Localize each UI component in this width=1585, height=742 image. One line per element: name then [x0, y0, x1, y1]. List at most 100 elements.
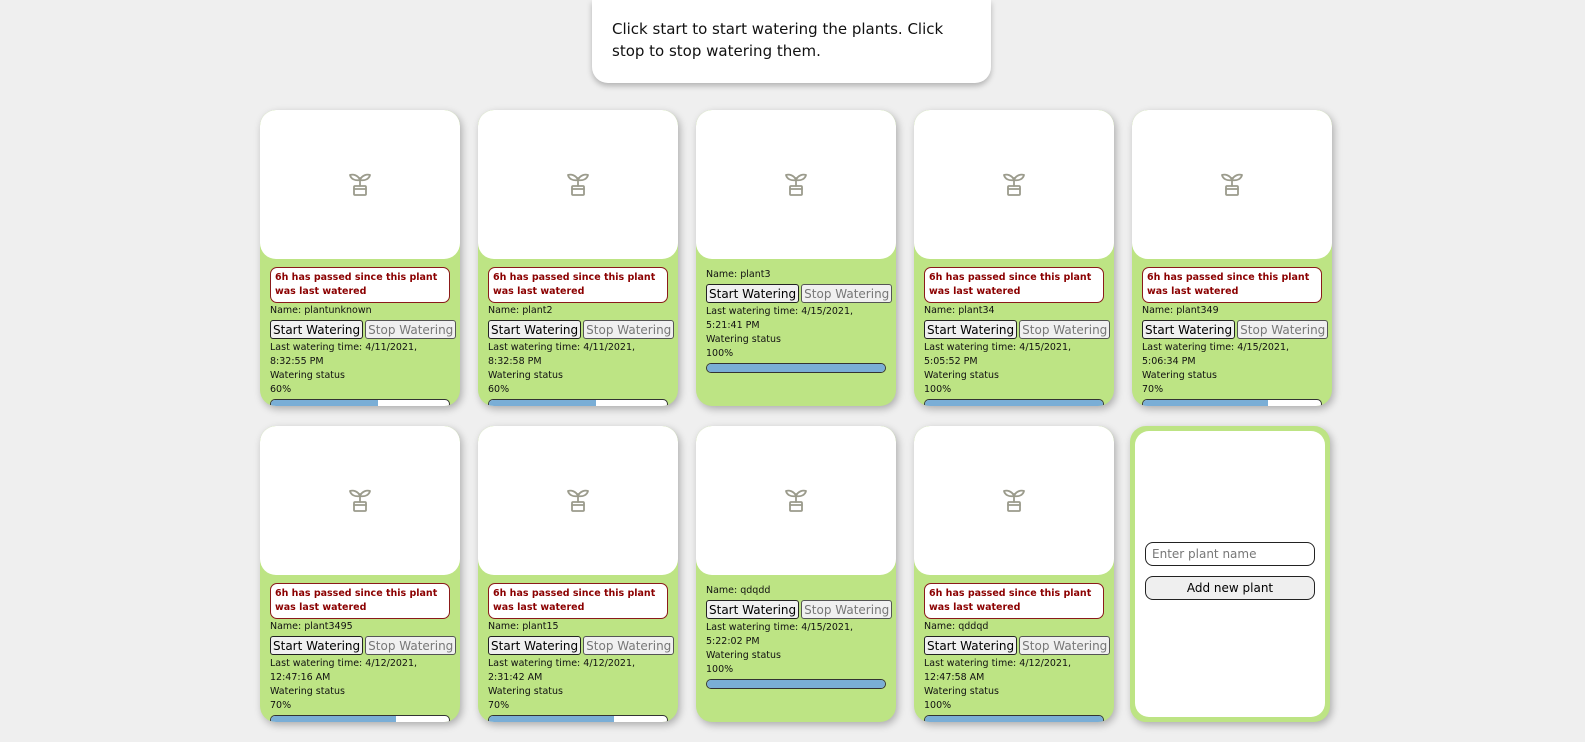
plant-name-row: Name: plant15 — [488, 620, 668, 634]
stop-watering-button[interactable]: Stop Watering — [583, 320, 675, 339]
start-watering-button[interactable]: Start Watering — [1142, 320, 1236, 339]
watering-status-label: Watering status — [706, 334, 781, 345]
plant-name: plantunknown — [304, 305, 372, 316]
watering-controls: Start Watering Stop Watering — [270, 320, 457, 339]
watering-status-value: 100% — [924, 700, 952, 711]
watering-status-value: 100% — [924, 384, 952, 395]
overdue-alert: 6h has passed since this plant was last … — [924, 267, 1104, 303]
plant-card-plant34: 6h has passed since this plant was last … — [914, 110, 1114, 406]
watering-status-label: Watering status — [488, 370, 563, 381]
plant-photo — [696, 110, 896, 259]
stop-watering-button[interactable]: Stop Watering — [1237, 320, 1329, 339]
last-watering-row: Last watering time: 4/15/2021, 5:22:02 P… — [706, 621, 886, 649]
watering-progress-fill — [489, 400, 596, 406]
last-watering-row: Last watering time: 4/12/2021, 12:47:16 … — [270, 657, 450, 685]
name-prefix: Name: — [488, 621, 523, 632]
start-watering-button[interactable]: Start Watering — [488, 320, 582, 339]
plant-card-plant349: 6h has passed since this plant was last … — [1132, 110, 1332, 406]
add-new-plant-button[interactable]: Add new plant — [1145, 576, 1315, 600]
watering-status-label: Watering status — [270, 686, 345, 697]
name-prefix: Name: — [706, 585, 741, 596]
watering-controls: Start Watering Stop Watering — [488, 636, 675, 655]
watering-progress-fill — [489, 716, 614, 722]
watering-status-value: 100% — [706, 664, 734, 675]
plant-name-input[interactable] — [1145, 542, 1315, 566]
plant-info: 6h has passed since this plant was last … — [1142, 267, 1329, 406]
watering-progress-bar — [270, 715, 450, 722]
plant-name: plant2 — [522, 305, 553, 316]
overdue-alert: 6h has passed since this plant was last … — [270, 267, 450, 303]
start-watering-button[interactable]: Start Watering — [924, 636, 1018, 655]
watering-progress-bar — [924, 715, 1104, 722]
watering-status-value: 60% — [270, 384, 292, 395]
plant-card-plantunknown: 6h has passed since this plant was last … — [260, 110, 460, 406]
watering-progress-bar — [488, 399, 668, 406]
last-watering-row: Last watering time: 4/11/2021, 8:32:58 P… — [488, 341, 668, 369]
plant-pot-icon — [564, 169, 592, 201]
stop-watering-button[interactable]: Stop Watering — [583, 636, 675, 655]
stop-watering-button[interactable]: Stop Watering — [365, 320, 457, 339]
plant-card-plant15: 6h has passed since this plant was last … — [478, 426, 678, 722]
watering-progress-fill — [925, 716, 1103, 722]
watering-status-label: Watering status — [706, 650, 781, 661]
plant-name-row: Name: plant349 — [1142, 304, 1322, 318]
watering-controls: Start Watering Stop Watering — [706, 600, 893, 619]
plant-pot-icon — [564, 485, 592, 517]
add-plant-panel: Add new plant — [1135, 431, 1325, 717]
name-prefix: Name: — [270, 621, 305, 632]
name-prefix: Name: — [706, 269, 741, 280]
watering-progress-bar — [706, 363, 886, 373]
plant-card-plant2: 6h has passed since this plant was last … — [478, 110, 678, 406]
watering-progress-fill — [707, 364, 885, 372]
stop-watering-button[interactable]: Stop Watering — [801, 600, 893, 619]
watering-status-label: Watering status — [924, 370, 999, 381]
name-prefix: Name: — [488, 305, 523, 316]
plant-card-plant3495: 6h has passed since this plant was last … — [260, 426, 460, 722]
plant-name-row: Name: plant3495 — [270, 620, 450, 634]
watering-status-label: Watering status — [924, 686, 999, 697]
watering-progress-fill — [925, 400, 1103, 406]
start-watering-button[interactable]: Start Watering — [706, 600, 800, 619]
plant-pot-icon — [1000, 485, 1028, 517]
plant-info: Name: qdqdd Start Watering Stop Watering… — [706, 584, 893, 689]
plant-name: qddqd — [958, 621, 989, 632]
plant-name-row: Name: plant3 — [706, 268, 886, 282]
name-prefix: Name: — [1142, 305, 1177, 316]
start-watering-button[interactable]: Start Watering — [706, 284, 800, 303]
plant-photo — [914, 110, 1114, 259]
plant-name-row: Name: qddqd — [924, 620, 1104, 634]
watering-controls: Start Watering Stop Watering — [706, 284, 893, 303]
last-watering-row: Last watering time: 4/15/2021, 5:06:34 P… — [1142, 341, 1322, 369]
start-watering-button[interactable]: Start Watering — [270, 320, 364, 339]
plant-name-row: Name: qdqdd — [706, 584, 886, 598]
plant-info: Name: plant3 Start Watering Stop Waterin… — [706, 268, 893, 373]
stop-watering-button[interactable]: Stop Watering — [801, 284, 893, 303]
plant-pot-icon — [782, 169, 810, 201]
stop-watering-button[interactable]: Stop Watering — [365, 636, 457, 655]
start-watering-button[interactable]: Start Watering — [488, 636, 582, 655]
watering-progress-bar — [488, 715, 668, 722]
plant-name: plant15 — [522, 621, 559, 632]
watering-progress-bar — [1142, 399, 1322, 406]
watering-progress-bar — [706, 679, 886, 689]
add-plant-card: Add new plant — [1130, 426, 1330, 722]
overdue-alert: 6h has passed since this plant was last … — [924, 583, 1104, 619]
name-prefix: Name: — [924, 621, 959, 632]
plant-photo — [914, 426, 1114, 575]
plant-info: 6h has passed since this plant was last … — [924, 583, 1111, 722]
watering-controls: Start Watering Stop Watering — [1142, 320, 1329, 339]
start-watering-button[interactable]: Start Watering — [924, 320, 1018, 339]
plant-photo — [1132, 110, 1332, 259]
last-watering-prefix: Last watering time: — [706, 622, 802, 633]
plant-name: plant349 — [1176, 305, 1219, 316]
plant-photo — [260, 426, 460, 575]
start-watering-button[interactable]: Start Watering — [270, 636, 364, 655]
plant-info: 6h has passed since this plant was last … — [270, 267, 457, 406]
plant-pot-icon — [1218, 169, 1246, 201]
last-watering-prefix: Last watering time: — [488, 342, 584, 353]
stop-watering-button[interactable]: Stop Watering — [1019, 636, 1111, 655]
plant-photo — [478, 110, 678, 259]
stop-watering-button[interactable]: Stop Watering — [1019, 320, 1111, 339]
watering-progress-fill — [271, 716, 396, 722]
watering-status-label: Watering status — [1142, 370, 1217, 381]
